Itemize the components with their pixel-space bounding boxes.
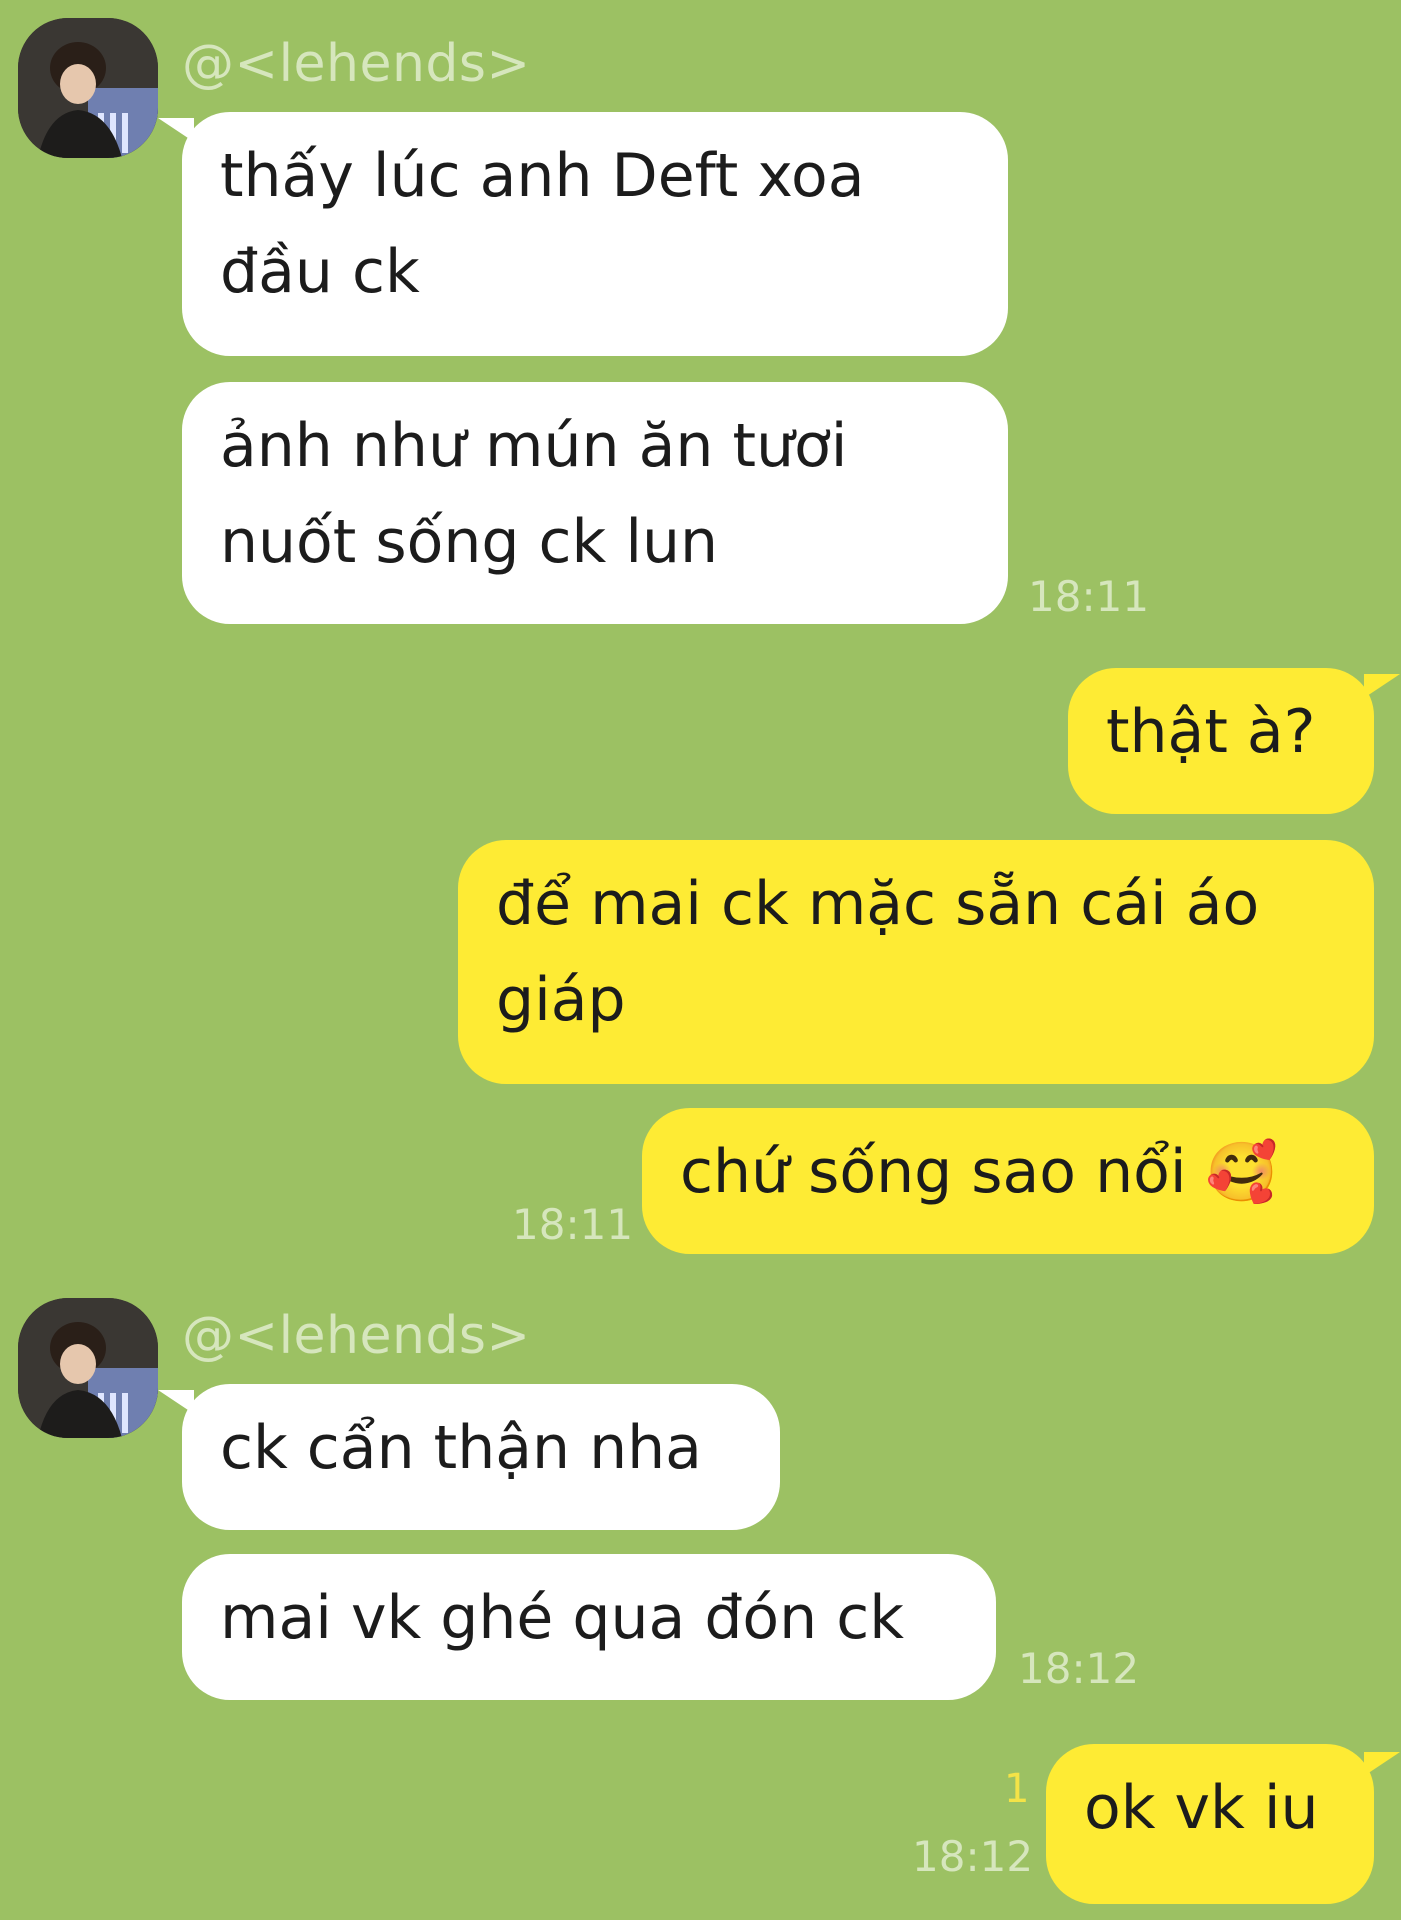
contact-avatar[interactable] (18, 1298, 158, 1438)
message-timestamp: 18:11 (512, 1200, 634, 1249)
contact-avatar[interactable] (18, 18, 158, 158)
outgoing-message[interactable]: thật à? (1068, 668, 1374, 814)
bubble-tail (1364, 1752, 1400, 1776)
message-timestamp: 18:12 (1018, 1644, 1140, 1693)
sender-name: @<lehends> (182, 1306, 531, 1366)
incoming-message[interactable]: ck cẩn thận nha (182, 1384, 780, 1530)
incoming-message[interactable]: thấy lúc anh Deft xoa đầu ck (182, 112, 1008, 356)
sender-name: @<lehends> (182, 34, 531, 94)
avatar-photo-icon (18, 1298, 158, 1438)
smiling-face-with-hearts-icon: 🥰 (1205, 1138, 1278, 1206)
outgoing-message[interactable]: ok vk iu (1046, 1744, 1374, 1904)
chat-thread[interactable]: @<lehends> thấy lúc anh Deft xoa đầu ck … (0, 0, 1401, 1920)
message-timestamp: 18:11 (1028, 572, 1150, 621)
bubble-tail (1364, 674, 1400, 698)
message-timestamp: 18:12 (912, 1832, 1034, 1881)
avatar-photo-icon (18, 18, 158, 158)
incoming-message[interactable]: ảnh như mún ăn tươi nuốt sống ck lun (182, 382, 1008, 624)
unread-count: 1 (1004, 1766, 1030, 1812)
outgoing-message[interactable]: chứ sống sao nổi 🥰 (642, 1108, 1374, 1254)
outgoing-message[interactable]: để mai ck mặc sẵn cái áo giáp (458, 840, 1374, 1084)
message-text: chứ sống sao nổi (680, 1137, 1187, 1207)
incoming-message[interactable]: mai vk ghé qua đón ck (182, 1554, 996, 1700)
